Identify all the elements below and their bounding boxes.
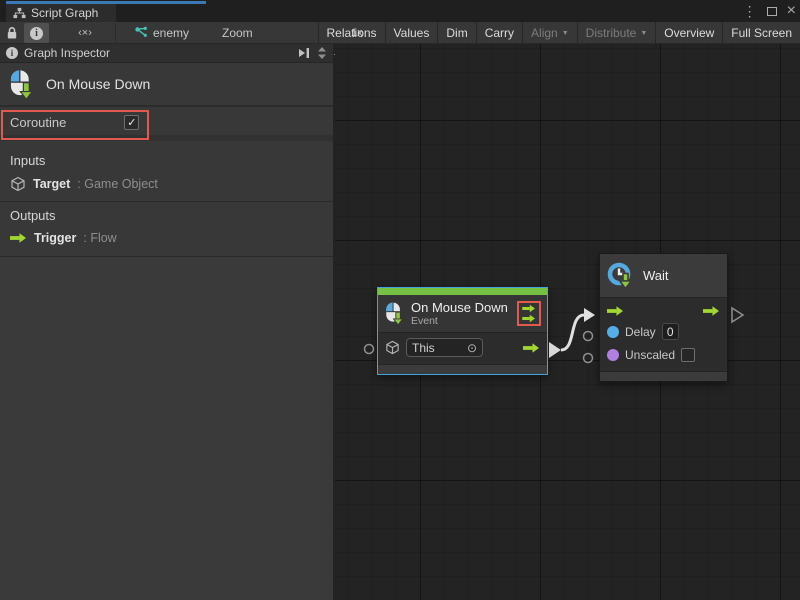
lock-button[interactable] [2,23,22,43]
graph-inspector-panel: i Graph Inspector [0,44,334,600]
coroutine-label: Coroutine [10,115,66,130]
wait-clock-icon [606,261,636,291]
node-subtitle: Event [411,315,508,327]
inspector-header: i Graph Inspector [0,44,333,63]
info-icon: i [6,47,18,59]
input-type: : Game Object [77,177,158,191]
target-value: This [412,341,467,355]
node-title: Wait [643,268,669,283]
inputs-section: Inputs Target : Game Object [0,147,333,202]
event-trigger-output-port[interactable] [549,342,561,358]
outputs-section: Outputs Trigger : Flow [0,202,333,257]
unscaled-input-port[interactable] [607,349,619,361]
flow-output-arrow-icon[interactable] [703,305,720,317]
unscaled-checkbox[interactable] [681,348,695,362]
close-icon[interactable]: × [787,0,796,22]
info-icon: i [30,27,43,40]
game-object-cube-icon [10,176,26,192]
graph-hierarchy-icon [13,7,26,19]
code-icon: ‹×› [78,27,92,39]
coroutine-arrow-icon [521,314,537,323]
toolbar-separator [115,23,116,43]
distribute-button: Distribute▼ [577,22,656,44]
wait-exit-outer-port[interactable] [732,308,743,322]
graph-breadcrumb[interactable]: enemy [134,23,189,43]
graph-asset-icon [134,26,148,40]
full-screen-button[interactable]: Full Screen [722,22,800,44]
flow-input-arrow-icon[interactable] [607,305,624,317]
chevron-down-icon: ▼ [640,30,647,37]
mouse-down-icon [384,301,404,326]
coroutine-setting-row: Coroutine ✓ [0,109,333,141]
node-footer [600,371,727,381]
code-view-button[interactable]: ‹×› [62,23,108,43]
window-menu-icon[interactable]: ⋮ [743,0,757,22]
node-footer [378,364,547,374]
chevron-down-icon: ▼ [562,30,569,37]
spinner-up-down-icon[interactable] [317,46,327,60]
relations-button[interactable]: Relations [318,22,385,44]
game-object-cube-icon [385,340,400,355]
input-name: Target [33,177,70,191]
output-row-trigger: Trigger : Flow [10,231,323,245]
flow-connection-wire[interactable] [561,315,584,350]
unscaled-label: Unscaled [625,348,675,362]
target-field[interactable]: This ⊙ [406,338,483,357]
inspector-empty-area [0,257,333,600]
graph-canvas[interactable]: On Mouse Down Event This [335,44,800,600]
script-graph-window: Script Graph ⋮ × i ‹×› [0,0,800,600]
title-bar: Script Graph ⋮ × [0,0,800,22]
maximize-icon[interactable] [767,7,777,16]
coroutine-arrow-icon [521,304,537,313]
tab-title: Script Graph [31,6,98,20]
wait-delay-outer-port[interactable] [584,332,593,341]
graph-toolbar: i ‹×› enemy Zoom 1x Relations Values Dim… [0,22,800,44]
tab-script-graph[interactable]: Script Graph [6,4,116,22]
output-type: : Flow [83,231,116,245]
node-wait[interactable]: Wait Delay 0 Unscaled [599,253,728,382]
align-button: Align▼ [522,22,577,44]
inspected-unit-header: On Mouse Down [0,63,333,107]
dock-panel-icon[interactable] [297,47,311,59]
object-picker-icon[interactable]: ⊙ [467,341,477,355]
wait-unscaled-outer-port[interactable] [584,354,593,363]
annotation-box-coroutine-icon [517,301,541,326]
trigger-output-arrow-icon[interactable] [523,342,540,354]
lock-icon [6,26,18,40]
coroutine-checkbox[interactable]: ✓ [124,115,139,130]
event-target-input-port[interactable] [365,345,374,354]
graph-name: enemy [153,26,189,40]
dim-button[interactable]: Dim [437,22,475,44]
inputs-title: Inputs [10,153,323,168]
values-button[interactable]: Values [385,22,438,44]
overview-button[interactable]: Overview [655,22,722,44]
carry-button[interactable]: Carry [476,22,522,44]
unit-title: On Mouse Down [46,76,150,92]
delay-label: Delay [625,325,656,339]
delay-input-port[interactable] [607,326,619,338]
node-on-mouse-down[interactable]: On Mouse Down Event This [377,287,548,375]
outputs-title: Outputs [10,208,323,223]
connection-arrowhead [584,308,595,322]
info-button[interactable]: i [24,23,49,43]
inspector-title: Graph Inspector [24,46,110,60]
output-name: Trigger [34,231,76,245]
zoom-label: Zoom [222,26,253,40]
delay-value-field[interactable]: 0 [662,323,679,340]
input-row-target: Target : Game Object [10,176,323,192]
mouse-down-icon [8,69,34,100]
flow-arrow-icon [10,232,27,244]
event-node-accent-bar [378,288,547,295]
node-title: On Mouse Down [411,300,508,315]
